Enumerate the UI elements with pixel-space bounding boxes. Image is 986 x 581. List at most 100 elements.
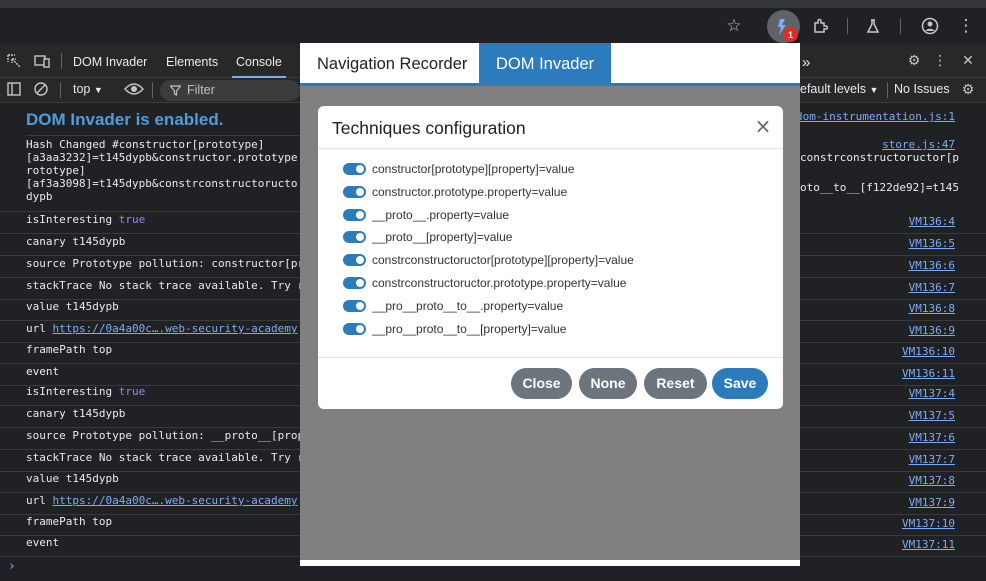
source-link[interactable]: VM137:7 <box>909 453 955 466</box>
technique-toggle[interactable] <box>343 322 366 335</box>
console-row: value t145dypb <box>0 472 300 493</box>
inspect-element-icon[interactable] <box>6 53 22 69</box>
row-divider-right <box>800 535 986 536</box>
row-divider-right <box>800 363 986 364</box>
technique-label: constructor.prototype.property=value <box>372 184 568 199</box>
console-message: value t145dypb <box>26 300 119 313</box>
more-tabs-icon[interactable]: » <box>802 44 810 78</box>
technique-label: __proto__.property=value <box>372 207 510 222</box>
settings-gear-icon[interactable]: ⚙ <box>906 53 922 69</box>
filter-placeholder: Filter <box>187 83 215 97</box>
technique-toggle[interactable] <box>343 299 366 312</box>
source-link[interactable]: VM137:11 <box>902 538 955 551</box>
row-divider-right <box>800 277 986 278</box>
technique-toggle[interactable] <box>343 163 366 175</box>
row-divider-right <box>800 405 986 406</box>
console-prompt[interactable]: › <box>8 559 16 574</box>
extension-badge: 1 <box>783 27 798 42</box>
levels-label: efault levels <box>800 82 867 96</box>
dom-invader-extension-icon[interactable]: 1 <box>767 10 800 43</box>
source-link[interactable]: VM136:8 <box>909 302 955 315</box>
row-divider-right <box>800 299 986 300</box>
close-devtools-icon[interactable]: ✕ <box>960 53 976 69</box>
technique-toggle[interactable] <box>343 254 366 267</box>
console-row: framePath top <box>0 515 300 536</box>
console-message: event <box>26 365 60 378</box>
url-link[interactable]: https://0a4a00c….web-security-academy <box>53 322 298 335</box>
technique-option: __proto__[property]=value <box>343 229 512 245</box>
console-row: source Prototype pollution: constructor[… <box>0 257 300 278</box>
boolean-value: true <box>118 385 146 398</box>
source-link[interactable]: VM137:6 <box>909 431 955 444</box>
row-divider-right <box>800 233 986 234</box>
console-message: value t145dypb <box>26 472 119 485</box>
source-link[interactable]: VM137:9 <box>909 496 955 509</box>
toolbar-divider <box>900 18 901 34</box>
source-link[interactable]: VM136:5 <box>909 237 955 250</box>
console-message: event <box>26 536 60 549</box>
tab-dom-invader[interactable]: DOM Invader <box>73 44 147 78</box>
chevron-down-icon: ▼ <box>869 85 879 95</box>
device-toolbar-icon[interactable] <box>34 53 50 69</box>
none-button[interactable]: None <box>579 368 637 399</box>
technique-label: __proto__[property]=value <box>372 230 513 245</box>
technique-toggle[interactable] <box>343 231 366 244</box>
hash-line: dypb <box>26 190 53 203</box>
flask-icon[interactable] <box>857 8 889 44</box>
technique-toggle[interactable] <box>343 208 366 221</box>
popup-tab-bar: Navigation Recorder DOM Invader <box>300 43 800 86</box>
filter-input[interactable]: Filter <box>160 80 300 101</box>
techniques-modal: Techniques configuration × constructor[p… <box>318 106 783 409</box>
technique-toggle[interactable] <box>343 185 366 198</box>
puzzle-icon[interactable] <box>804 8 836 44</box>
source-link[interactable]: VM136:10 <box>902 345 955 358</box>
tab-navigation-recorder[interactable]: Navigation Recorder <box>300 43 484 86</box>
tab-elements[interactable]: Elements <box>166 44 218 78</box>
source-link[interactable]: VM137:5 <box>909 409 955 422</box>
source-link[interactable]: VM136:6 <box>909 259 955 272</box>
source-link[interactable]: VM137:4 <box>909 387 955 400</box>
technique-option: constructor[prototype][property]=value <box>343 161 574 177</box>
console-settings-gear-icon[interactable]: ⚙ <box>960 82 976 98</box>
row-divider-right <box>800 471 986 472</box>
source-link[interactable]: VM137:8 <box>909 474 955 487</box>
reset-button[interactable]: Reset <box>644 368 707 399</box>
chevron-down-icon: ▼ <box>93 85 103 95</box>
url-link[interactable]: https://0a4a00c….web-security-academy <box>53 494 298 507</box>
banner-source-link[interactable]: dom-instrumentation.js:1 <box>796 110 955 123</box>
close-icon[interactable]: × <box>753 116 773 136</box>
sidebar-toggle-icon[interactable] <box>6 82 22 98</box>
technique-option: __pro__proto__to__.property=value <box>343 298 563 314</box>
close-button[interactable]: Close <box>511 368 572 399</box>
devtools-menu-icon[interactable]: ⋮ <box>932 53 948 69</box>
context-selector[interactable]: top ▼ <box>73 78 103 103</box>
source-link[interactable]: VM137:10 <box>902 517 955 530</box>
source-link[interactable]: VM136:4 <box>909 215 955 228</box>
tab-dom-invader-popup[interactable]: DOM Invader <box>479 43 612 86</box>
tb-divider <box>887 82 888 98</box>
save-button[interactable]: Save <box>712 368 768 399</box>
source-link[interactable]: VM136:7 <box>909 281 955 294</box>
dom-invader-banner: DOM Invader is enabled. <box>26 110 224 129</box>
source-link[interactable]: VM136:9 <box>909 324 955 337</box>
log-levels-dropdown[interactable]: efault levels ▼ <box>800 78 878 103</box>
clear-console-icon[interactable] <box>33 82 49 98</box>
row-divider-right <box>800 385 986 386</box>
star-icon[interactable]: ☆ <box>718 8 750 44</box>
console-row: event <box>0 365 300 386</box>
browser-tab-strip <box>0 0 986 8</box>
console-message: url <box>26 322 53 335</box>
technique-option: constructor.prototype.property=value <box>343 184 567 200</box>
row-divider-right <box>800 556 986 557</box>
kebab-menu-icon[interactable]: ⋮ <box>950 8 982 44</box>
tab-console[interactable]: Console <box>232 44 286 78</box>
technique-toggle[interactable] <box>343 277 366 289</box>
source-link[interactable]: VM136:11 <box>902 367 955 380</box>
store-js-link[interactable]: store.js:47 <box>882 138 955 151</box>
issues-counter[interactable]: No Issues <box>894 78 950 103</box>
console-row: event <box>0 536 300 557</box>
profile-icon[interactable] <box>914 8 946 44</box>
console-row: canary t145dypb <box>0 235 300 256</box>
dom-invader-popup: Navigation Recorder DOM Invader Techniqu… <box>300 43 800 566</box>
eye-icon[interactable] <box>124 82 144 98</box>
